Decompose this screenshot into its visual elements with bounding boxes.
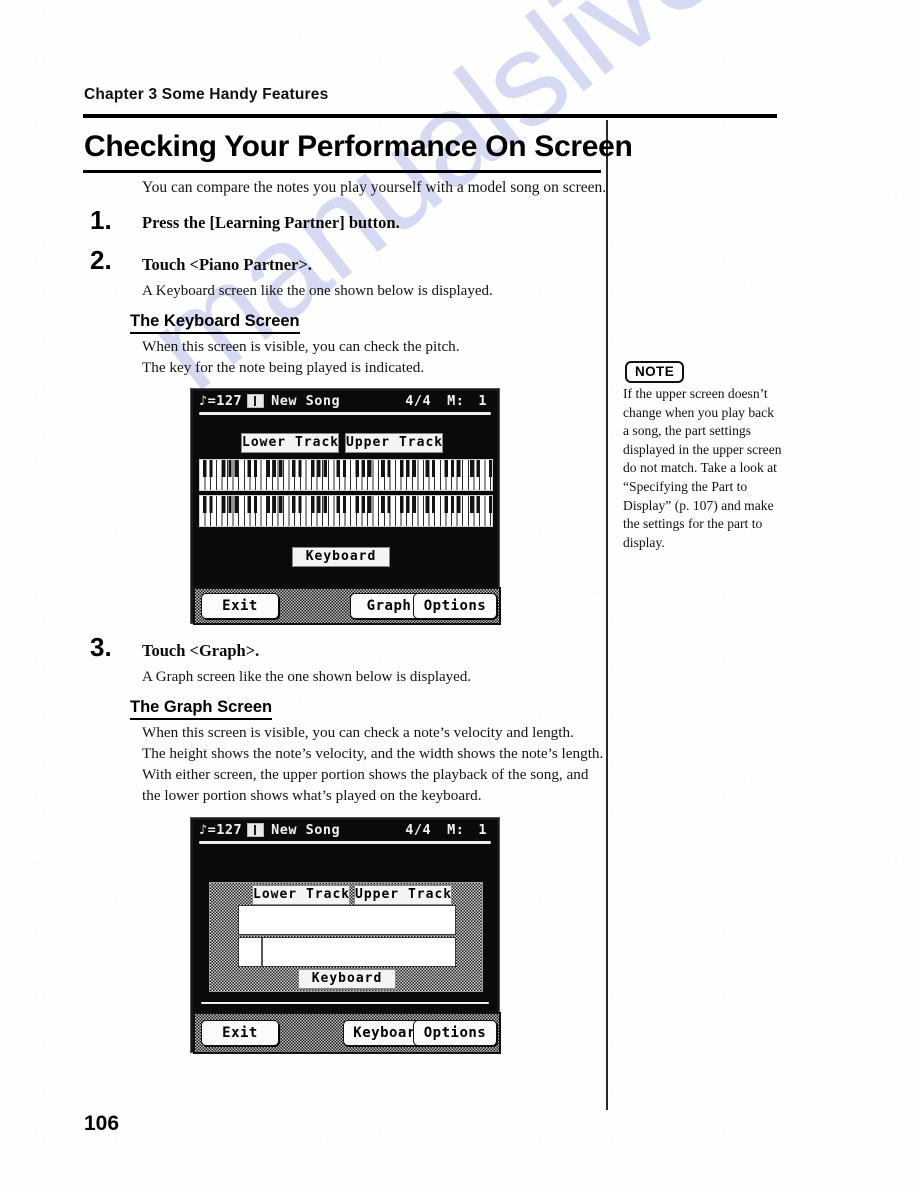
lcd1-tab-keyboard[interactable]: Keyboard: [292, 547, 390, 567]
lcd1-options-button[interactable]: Options: [413, 593, 497, 619]
graph-screen-line-2: The height shows the note’s velocity, an…: [142, 745, 604, 762]
song-book-icon: [247, 394, 265, 408]
lcd-keyboard-screen: ♪=127 New Song 4/4 M: 1 Lower Track Uppe…: [191, 389, 501, 625]
lcd-graph-screen: ♪=127 New Song 4/4 M: 1 Lower Track Uppe…: [191, 818, 501, 1054]
lcd2-tempo: ♪=127: [199, 822, 243, 838]
lcd2-button-bar: Exit Keyboard Options: [193, 1012, 501, 1054]
lcd1-time-signature: 4/4: [405, 393, 432, 409]
lcd2-measure-value: 1: [478, 822, 487, 838]
step-1-body: Press the [Learning Partner] button.: [142, 213, 400, 233]
manual-page: manualslive.com Chapter 3 Some Handy Fea…: [0, 0, 918, 1188]
lcd2-tab-keyboard[interactable]: Keyboard: [298, 969, 396, 989]
note-badge: NOTE: [625, 361, 685, 383]
lcd1-tab-lower-track[interactable]: Lower Track: [241, 433, 339, 453]
graph-screen-line-4: the lower portion shows what’s played on…: [142, 787, 482, 804]
lcd1-title-bar: ♪=127 New Song 4/4 M: 1: [193, 391, 497, 411]
page-title: Checking Your Performance On Screen: [84, 130, 633, 163]
lcd2-graph-area-upper[interactable]: [238, 905, 456, 935]
lcd1-keyboard-strip-lower[interactable]: [199, 495, 493, 527]
step-2-number: 2.: [90, 245, 112, 275]
lcd2-measure-label: M:: [447, 822, 465, 838]
step-1-title: Press the [Learning Partner] button.: [142, 213, 400, 232]
lcd2-tab-upper-track[interactable]: Upper Track: [354, 885, 452, 905]
lcd2-graph-playhead: [261, 938, 263, 966]
lcd1-progress-bar: [199, 412, 491, 415]
note-body-text: If the upper screen doesn’t change when …: [623, 386, 782, 550]
lcd1-measure-value: 1: [478, 393, 487, 409]
lcd2-options-button[interactable]: Options: [413, 1020, 497, 1046]
step-1-number: 1.: [90, 205, 112, 235]
lcd1-measure-label: M:: [447, 393, 465, 409]
page-number: 106: [84, 1112, 120, 1135]
lcd1-exit-button[interactable]: Exit: [201, 593, 279, 619]
black-keys: [200, 496, 492, 514]
lcd2-graph-panel: Lower Track Upper Track Keyboard: [209, 882, 483, 992]
intro-paragraph: You can compare the notes you play yours…: [142, 179, 607, 196]
lcd2-time-signature: 4/4: [405, 822, 432, 838]
step-3-subtext: A Graph screen like the one shown below …: [142, 669, 472, 685]
step-2-title: Touch <Piano Partner>.: [142, 255, 312, 274]
lcd2-graph-area-lower[interactable]: [238, 937, 456, 967]
lcd2-progress-bar: [199, 841, 491, 844]
title-underline-rule: [83, 170, 601, 173]
step-2-subtext: A Keyboard screen like the one shown bel…: [142, 283, 493, 299]
step-3-title: Touch <Graph>.: [142, 641, 260, 660]
step-2-body: Touch <Piano Partner>. A Keyboard screen…: [142, 255, 493, 300]
header-rule: [83, 114, 777, 118]
lcd1-tempo: ♪=127: [199, 393, 243, 409]
chapter-header: Chapter 3 Some Handy Features: [84, 86, 329, 103]
step-3-body: Touch <Graph>. A Graph screen like the o…: [142, 641, 471, 686]
step-3-number: 3.: [90, 632, 112, 662]
keyboard-screen-line-1: When this screen is visible, you can che…: [142, 338, 460, 355]
lcd1-song-name: New Song: [271, 393, 341, 409]
lcd2-tab-lower-track[interactable]: Lower Track: [252, 885, 350, 905]
lcd1-keyboard-strip-upper[interactable]: [199, 459, 493, 491]
graph-screen-line-3: With either screen, the upper portion sh…: [142, 766, 589, 783]
margin-divider: [606, 120, 608, 1110]
keyboard-screen-heading: The Keyboard Screen: [130, 312, 300, 334]
lcd2-exit-button[interactable]: Exit: [201, 1020, 279, 1046]
lcd2-separator: [201, 1002, 489, 1004]
graph-screen-line-1: When this screen is visible, you can che…: [142, 724, 574, 741]
lcd2-title-bar: ♪=127 New Song 4/4 M: 1: [193, 820, 497, 840]
black-keys: [200, 460, 492, 478]
lcd1-button-bar: Exit Graph Options: [193, 587, 501, 625]
graph-screen-heading: The Graph Screen: [130, 698, 273, 720]
lcd1-tab-upper-track[interactable]: Upper Track: [345, 433, 443, 453]
keyboard-screen-line-2: The key for the note being played is ind…: [142, 359, 425, 376]
lcd2-song-name: New Song: [271, 822, 341, 838]
song-book-icon: [247, 823, 265, 837]
